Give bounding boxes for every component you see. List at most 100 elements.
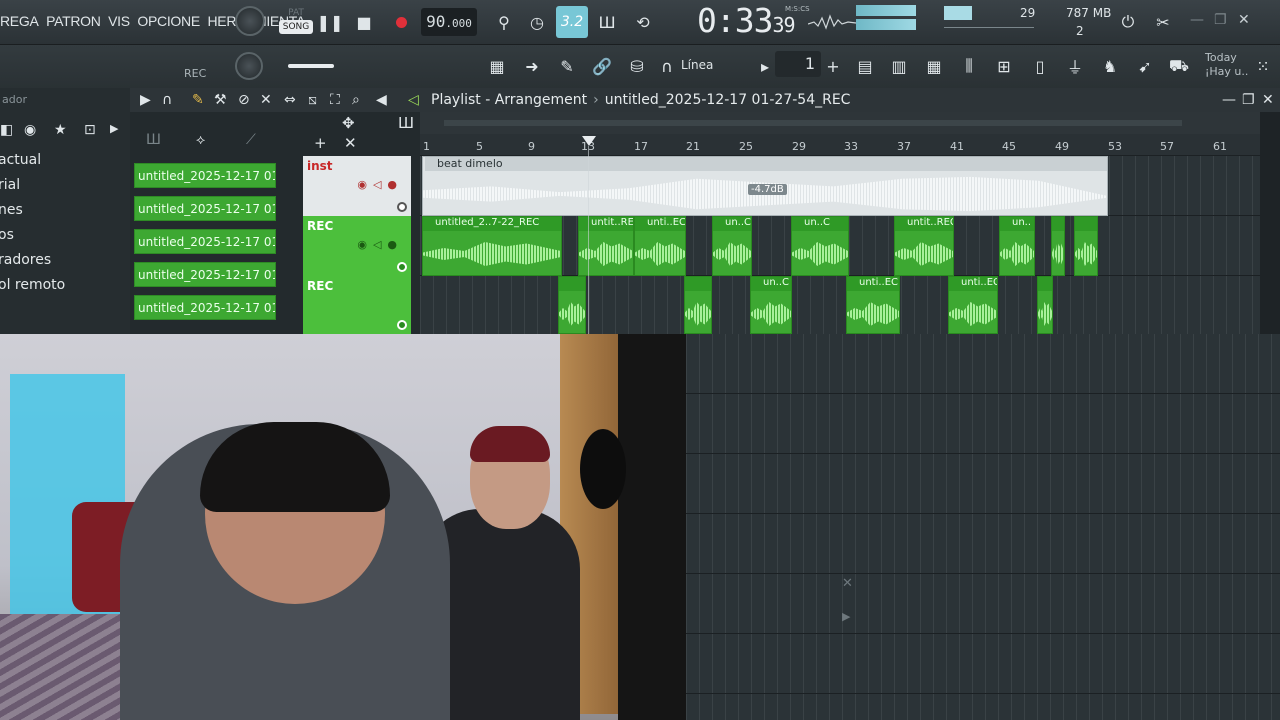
slice-icon[interactable]: ⧅ bbox=[308, 92, 317, 108]
star-icon[interactable]: ★ bbox=[54, 122, 67, 138]
playlist-overview-scrollbar[interactable] bbox=[420, 112, 1260, 134]
speaker-icon[interactable]: ◀ bbox=[376, 92, 387, 108]
next-button[interactable]: ➜ bbox=[519, 53, 545, 79]
step-record-button[interactable]: 3.2 bbox=[556, 6, 588, 38]
playlist-arrow-icon[interactable]: ◁ bbox=[408, 92, 419, 108]
wait-input-button[interactable]: ◷ bbox=[522, 7, 552, 37]
slip-icon[interactable]: ⇔ bbox=[284, 92, 296, 108]
channel-rack-button[interactable]: ▥ bbox=[886, 53, 912, 79]
browser-item[interactable]: actual bbox=[0, 152, 65, 177]
audio-clip-rec[interactable]: unti..EC bbox=[846, 276, 900, 334]
store-button[interactable]: ⛟ bbox=[1166, 53, 1192, 79]
master-volume-knob[interactable] bbox=[235, 6, 265, 36]
mixer-button[interactable]: ⫼ bbox=[956, 53, 982, 79]
clip-source-item[interactable]: untitled_2025-12-17 01... bbox=[134, 163, 276, 188]
close-icon[interactable]: ✕ bbox=[344, 134, 357, 152]
track-enable-toggle[interactable] bbox=[397, 202, 407, 212]
mute-icon[interactable]: ✕ bbox=[260, 92, 272, 108]
snap-button[interactable]: ∩ bbox=[654, 53, 680, 79]
tools-button[interactable]: ✂ bbox=[1148, 7, 1178, 37]
timeline-ruler[interactable]: 1 5 9 13 17 21 25 29 33 37 41 45 49 53 5… bbox=[420, 134, 1260, 156]
zoom-icon[interactable]: ⌕ bbox=[352, 92, 360, 108]
audio-clip-rec[interactable] bbox=[1074, 216, 1098, 276]
plus-icon[interactable]: + bbox=[314, 134, 327, 152]
record-button[interactable] bbox=[386, 7, 416, 37]
snap-label[interactable]: Línea bbox=[681, 58, 713, 72]
browser-item[interactable]: ol remoto bbox=[0, 277, 65, 302]
stop-button[interactable]: ■ bbox=[349, 7, 379, 37]
track-header-rec[interactable]: REC ◉◁● bbox=[303, 216, 411, 276]
close-icon[interactable]: ✕ bbox=[1262, 92, 1274, 108]
clip-source-item[interactable]: untitled_2025-12-17 01... bbox=[134, 196, 276, 221]
master-pitch-knob[interactable] bbox=[235, 52, 263, 80]
blend-notes-button[interactable]: Ш bbox=[592, 7, 622, 37]
audio-clip-rec[interactable] bbox=[1051, 216, 1065, 276]
playlist-button[interactable]: ▤ bbox=[852, 53, 878, 79]
delete-icon[interactable]: ⊘ bbox=[238, 92, 250, 108]
audio-clip-rec[interactable]: untit..REC bbox=[578, 216, 634, 276]
folder-icon[interactable]: ⊡ bbox=[84, 122, 96, 138]
link-button[interactable]: 🔗 bbox=[589, 53, 615, 79]
back-icon[interactable]: ◧ bbox=[0, 122, 13, 138]
master-volume-slider[interactable] bbox=[288, 64, 334, 68]
stamp-button[interactable]: ⛁ bbox=[624, 53, 650, 79]
overview-handle[interactable] bbox=[444, 120, 1182, 126]
select-icon[interactable]: ⛶ bbox=[330, 92, 340, 108]
piano-roll-button[interactable]: ▦ bbox=[484, 53, 510, 79]
menu-item-file[interactable]: REGA bbox=[0, 13, 39, 29]
browser-item[interactable]: nes bbox=[0, 202, 65, 227]
close-icon[interactable]: ✕ bbox=[1238, 12, 1250, 28]
audio-clip-rec[interactable]: unti..EC bbox=[634, 216, 686, 276]
audio-clip-rec[interactable]: unti..EC bbox=[948, 276, 998, 334]
audio-clip-rec[interactable]: un.. bbox=[999, 216, 1035, 276]
plugin-button[interactable]: ⏚ bbox=[1062, 53, 1088, 79]
menu-arrow-icon[interactable]: ▶ bbox=[140, 92, 151, 108]
menu-item-options[interactable]: OPCIONE bbox=[137, 13, 200, 29]
menu-item-view[interactable]: VIS bbox=[108, 13, 130, 29]
pat-song-toggle[interactable]: PAT SONG bbox=[279, 8, 313, 40]
clip-source-item[interactable]: untitled_2025-12-17 01... bbox=[134, 262, 276, 287]
macro-button[interactable]: ➹ bbox=[1132, 53, 1158, 79]
news-button[interactable]: ⁙ bbox=[1250, 53, 1276, 79]
maximize-icon[interactable]: ❐ bbox=[1242, 92, 1255, 108]
metronome-button[interactable]: ⚲ bbox=[489, 7, 519, 37]
track-enable-toggle[interactable] bbox=[397, 262, 407, 272]
news-hint[interactable]: Today ¡Hay u.. bbox=[1205, 51, 1248, 79]
menu-item-patterns[interactable]: PATRON bbox=[46, 13, 101, 29]
online-button[interactable]: ⏻ bbox=[1113, 7, 1143, 37]
arrow-icon[interactable]: ▶ bbox=[842, 610, 850, 623]
minimize-icon[interactable]: — bbox=[1190, 12, 1204, 28]
automation-icon[interactable]: ⟋ bbox=[246, 132, 256, 148]
pattern-selector[interactable]: 1 bbox=[775, 51, 821, 77]
project-button[interactable]: ▯ bbox=[1027, 53, 1053, 79]
close-icon[interactable]: ✕ bbox=[842, 576, 853, 591]
tempo-tapper-button[interactable]: ♞ bbox=[1097, 53, 1123, 79]
track-header-inst[interactable]: inst ◉◁● bbox=[303, 156, 411, 216]
audio-clip-rec[interactable] bbox=[684, 276, 712, 334]
chevron-right-icon[interactable]: ▶ bbox=[110, 122, 118, 135]
audio-clip-rec[interactable] bbox=[1037, 276, 1053, 334]
browser-item[interactable]: radores bbox=[0, 252, 65, 277]
browser-button[interactable]: ⊞ bbox=[991, 53, 1017, 79]
audio-clip-rec[interactable]: un..C bbox=[750, 276, 792, 334]
loop-record-button[interactable]: ⟲ bbox=[628, 7, 658, 37]
audio-clip-rec[interactable]: un..C bbox=[712, 216, 752, 276]
track-header-rec[interactable]: REC bbox=[303, 276, 411, 334]
playlist-empty-area[interactable]: ✕ ▶ bbox=[686, 334, 1280, 720]
piano-icon[interactable]: Ш bbox=[398, 114, 414, 132]
add-pattern-button[interactable]: + bbox=[820, 53, 846, 79]
draw-button[interactable]: ✎ bbox=[554, 53, 580, 79]
piano-icon[interactable]: Ш bbox=[146, 132, 161, 148]
audio-clip-rec[interactable]: untitled_2..7-22_REC bbox=[422, 216, 562, 276]
clip-source-item[interactable]: untitled_2025-12-17 01... bbox=[134, 229, 276, 254]
track-enable-toggle[interactable] bbox=[397, 320, 407, 330]
playhead[interactable] bbox=[582, 136, 596, 146]
minimize-icon[interactable]: — bbox=[1222, 92, 1236, 108]
browser-item[interactable]: os bbox=[0, 227, 65, 252]
clip-source-item[interactable]: untitled_2025-12-17 01... bbox=[134, 295, 276, 320]
audio-clip-rec[interactable]: un..C bbox=[791, 216, 849, 276]
paint-icon[interactable]: ⚒ bbox=[214, 92, 227, 108]
magnet-icon[interactable]: ∩ bbox=[162, 92, 172, 108]
globe-icon[interactable]: ◉ bbox=[24, 122, 36, 138]
waveform-icon[interactable]: ⟡ bbox=[196, 132, 205, 148]
